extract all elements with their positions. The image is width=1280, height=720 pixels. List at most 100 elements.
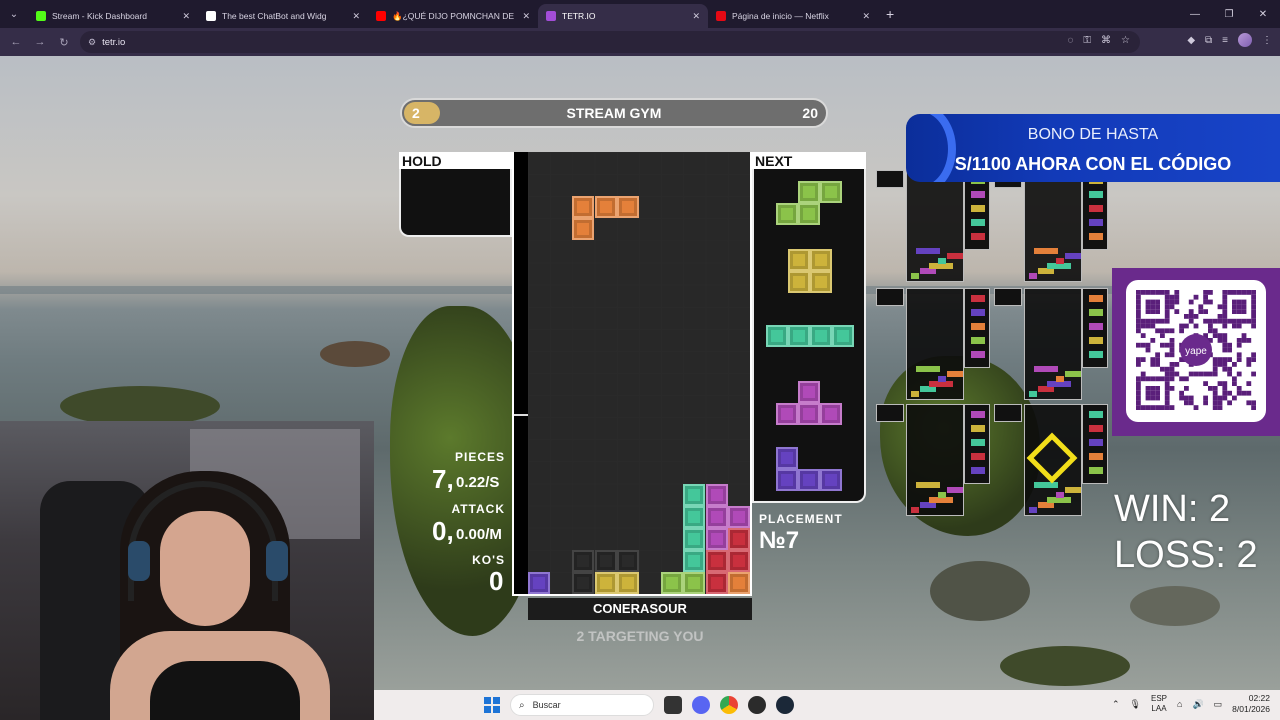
- opponent-next-block: [1089, 351, 1103, 358]
- minimize-button[interactable]: —: [1178, 0, 1212, 28]
- opponent-block: [911, 391, 919, 397]
- language-indicator[interactable]: ESP LAA: [1151, 694, 1167, 714]
- opponent-hold: [994, 288, 1022, 306]
- extension-diamond-icon[interactable]: ◆: [1187, 35, 1195, 46]
- next-piece-block: [776, 203, 798, 225]
- targeting-text: 2 TARGETING YOU: [576, 628, 704, 644]
- browser-tab[interactable]: TETR.IO ✕: [538, 4, 708, 28]
- back-icon[interactable]: ←: [4, 30, 28, 54]
- opponent-block: [1034, 248, 1058, 254]
- eye-off-icon[interactable]: ◌: [1067, 35, 1073, 46]
- close-window-button[interactable]: ✕: [1246, 0, 1280, 28]
- next-piece-block: [820, 469, 842, 491]
- address-bar[interactable]: ⚙ tetr.io ◌ ⚿ ⌘ ☆: [80, 31, 1140, 53]
- next-piece-block: [788, 325, 810, 347]
- attack-label: ATTACK: [451, 502, 505, 516]
- opponent-block: [1065, 371, 1081, 377]
- tab-search-icon[interactable]: ⌄: [0, 0, 28, 28]
- board-block: [727, 571, 750, 594]
- placement-value: №7: [759, 527, 800, 554]
- menu-dots-icon[interactable]: ⋮: [1262, 35, 1272, 46]
- kos-label: KO'S: [472, 553, 505, 567]
- tab-close-icon[interactable]: ✕: [182, 11, 190, 22]
- board-block: [683, 549, 706, 572]
- opponent-next-block: [971, 425, 985, 432]
- opponent-block: [916, 366, 940, 372]
- tab-favicon-icon: [206, 11, 216, 21]
- browser-tab[interactable]: 🔥¿QUÉ DIJO POMNCHAN DE ✕: [368, 4, 538, 28]
- opponent-next-queue: [964, 170, 990, 250]
- hold-label: HOLD: [399, 152, 512, 170]
- opponent-block: [1056, 376, 1064, 382]
- board-block: [594, 549, 617, 572]
- chrome-icon[interactable]: [720, 696, 738, 714]
- opponent-next-block: [1089, 205, 1103, 212]
- opponent-block: [1029, 507, 1037, 513]
- task-view-icon[interactable]: [664, 696, 682, 714]
- browser-tab[interactable]: The best ChatBot and Widg ✕: [198, 4, 368, 28]
- opponent-board: [906, 170, 964, 282]
- forward-icon[interactable]: →: [28, 30, 52, 54]
- site-info-icon[interactable]: ⚙: [88, 37, 96, 48]
- opponent-next-block: [1089, 295, 1103, 302]
- windows-start-icon[interactable]: [484, 697, 500, 713]
- tab-close-icon[interactable]: ✕: [352, 11, 360, 22]
- qr-panel: yape: [1112, 268, 1280, 436]
- opponent-block: [938, 258, 946, 264]
- maximize-button[interactable]: ❐: [1212, 0, 1246, 28]
- rock: [60, 386, 220, 426]
- tab-favicon-icon: [716, 11, 726, 21]
- opponent-next-block: [1089, 309, 1103, 316]
- opponent-block: [916, 248, 940, 254]
- browser-tab[interactable]: Stream - Kick Dashboard ✕: [28, 4, 198, 28]
- game-board[interactable]: [528, 152, 750, 594]
- network-icon[interactable]: ⌂: [1177, 699, 1182, 709]
- reload-icon[interactable]: ↻: [52, 30, 76, 54]
- opponent-block: [938, 492, 946, 498]
- board-block: [705, 505, 728, 528]
- opponent-next-block: [971, 323, 985, 330]
- media-list-icon[interactable]: ≡: [1222, 35, 1228, 46]
- opponent-next-queue: [964, 404, 990, 484]
- discord-icon[interactable]: [692, 696, 710, 714]
- board-block: [572, 196, 595, 219]
- tray-chevron-icon[interactable]: ⌃: [1112, 699, 1120, 710]
- extensions-puzzle-icon[interactable]: ⧉: [1205, 35, 1212, 46]
- next-piece-block: [788, 271, 810, 293]
- tab-close-icon[interactable]: ✕: [862, 11, 870, 22]
- steam-icon[interactable]: [776, 696, 794, 714]
- opponent-next-block: [971, 309, 985, 316]
- attack-count: 0,: [432, 516, 454, 546]
- new-tab-button[interactable]: +: [886, 6, 894, 22]
- obs-icon[interactable]: [748, 696, 766, 714]
- tab-title: 🔥¿QUÉ DIJO POMNCHAN DE: [392, 10, 515, 21]
- translate-icon[interactable]: ⌘: [1101, 35, 1111, 46]
- board-block: [705, 483, 728, 506]
- bookmark-star-icon[interactable]: ☆: [1121, 35, 1130, 46]
- rock: [1000, 646, 1130, 686]
- attack-rate: 0.00/M: [456, 526, 502, 543]
- taskbar-search[interactable]: ⌕ Buscar: [510, 694, 654, 716]
- microphone-icon[interactable]: 🎙: [1130, 699, 1141, 710]
- rock: [930, 561, 1030, 621]
- profile-avatar[interactable]: [1238, 33, 1252, 47]
- key-icon[interactable]: ⚿: [1083, 35, 1091, 46]
- browser-tab[interactable]: Página de inicio — Netflix ✕: [708, 4, 878, 28]
- battery-icon[interactable]: ▭: [1214, 699, 1223, 710]
- webcam-feed: [0, 421, 374, 720]
- mode-bar: 2 STREAM GYM 20: [400, 98, 828, 128]
- next-piece-block: [798, 381, 820, 403]
- opponent-next-block: [1089, 233, 1103, 240]
- next-piece-block: [798, 403, 820, 425]
- board-block: [683, 505, 706, 528]
- next-piece-block: [776, 447, 798, 469]
- opponent-next-block: [971, 233, 985, 240]
- volume-icon[interactable]: 🔊: [1192, 699, 1203, 710]
- tab-close-icon[interactable]: ✕: [692, 11, 700, 22]
- pieces-count: 7,: [432, 464, 454, 494]
- board-block: [616, 571, 639, 594]
- clock[interactable]: 02:22 8/01/2026: [1232, 693, 1270, 715]
- tab-close-icon[interactable]: ✕: [522, 11, 530, 22]
- tab-title: Página de inicio — Netflix: [732, 11, 829, 21]
- win-count: WIN: 2: [1114, 488, 1231, 530]
